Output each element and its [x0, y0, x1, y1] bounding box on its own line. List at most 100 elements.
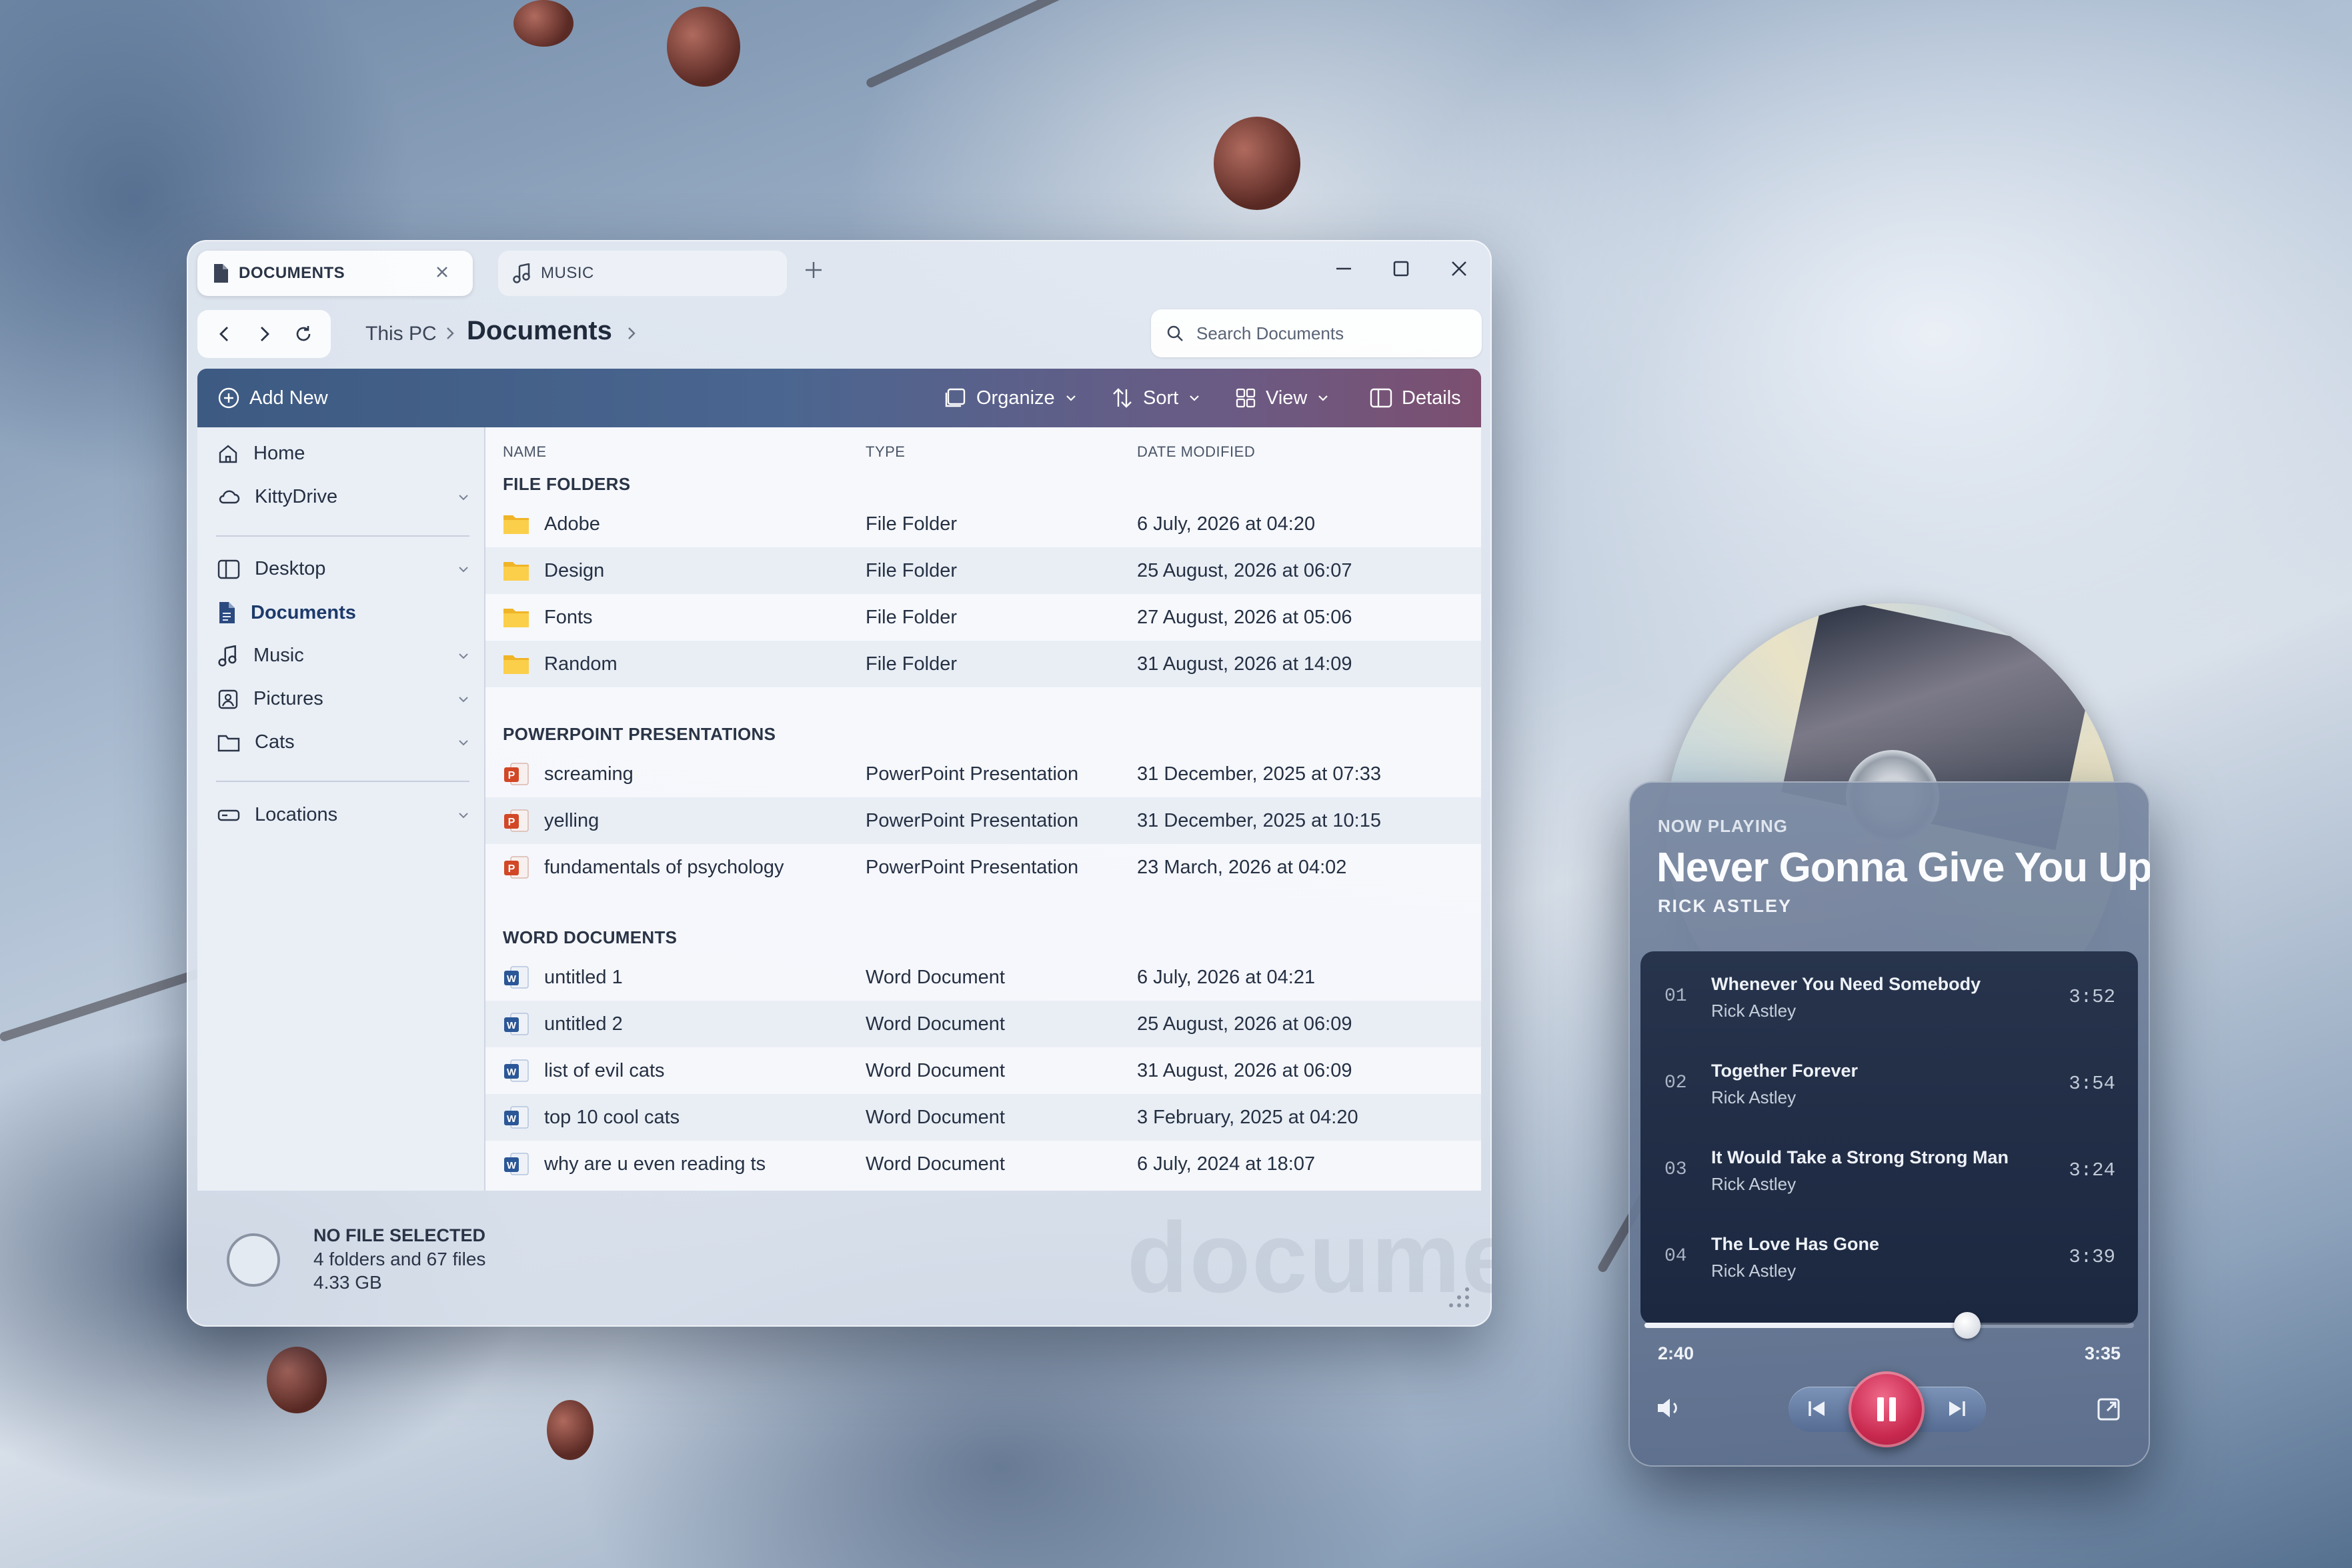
desktop-icon: [217, 559, 240, 579]
close-icon[interactable]: [1449, 259, 1469, 279]
chevron-down-icon[interactable]: [456, 490, 471, 505]
chevron-down-icon[interactable]: [456, 649, 471, 663]
sidebar-item-label: Desktop: [255, 558, 326, 579]
file-date: 6 July, 2026 at 04:21: [1137, 966, 1316, 988]
progress-handle[interactable]: [1954, 1312, 1981, 1339]
list-item[interactable]: 03 It Would Take a Strong Strong Man Ric…: [1640, 1125, 2138, 1211]
list-item[interactable]: 01 Whenever You Need Somebody Rick Astle…: [1640, 951, 2138, 1038]
table-row[interactable]: Pscreaming PowerPoint Presentation 31 De…: [485, 751, 1481, 797]
file-type: Word Document: [866, 966, 1005, 988]
track-title: The Love Has Gone: [1711, 1234, 1880, 1254]
organize-button[interactable]: Organize: [944, 387, 1078, 409]
table-row[interactable]: Wuntitled 2 Word Document 25 August, 202…: [485, 1001, 1481, 1047]
refresh-icon[interactable]: [293, 324, 313, 344]
file-type: Word Document: [866, 1059, 1005, 1081]
pause-button[interactable]: [1849, 1371, 1925, 1447]
list-item[interactable]: 04 The Love Has Gone Rick Astley 3:39: [1640, 1211, 2138, 1298]
grid-icon: [1236, 388, 1256, 408]
file-date: 25 August, 2026 at 06:07: [1137, 559, 1352, 581]
sidebar-item-desktop[interactable]: Desktop: [217, 558, 471, 580]
sort-label: Sort: [1143, 387, 1179, 409]
wallpaper-berry: [667, 7, 740, 87]
add-new-button[interactable]: Add New: [217, 387, 328, 409]
table-row[interactable]: Wlist of evil cats Word Document 31 Augu…: [485, 1047, 1481, 1094]
column-header-name[interactable]: NAME: [503, 443, 547, 461]
previous-track-icon[interactable]: [1806, 1399, 1829, 1419]
file-name: top 10 cool cats: [544, 1106, 680, 1128]
sidebar-item-pictures[interactable]: Pictures: [217, 688, 471, 710]
document-icon: [219, 602, 235, 623]
table-row[interactable]: Adobe File Folder 6 July, 2026 at 04:20: [485, 501, 1481, 547]
sidebar-divider: [216, 535, 469, 537]
column-header-type[interactable]: TYPE: [866, 443, 905, 461]
expand-icon[interactable]: [2095, 1396, 2122, 1423]
table-row[interactable]: Wtop 10 cool cats Word Document 3 Februa…: [485, 1094, 1481, 1141]
sidebar-item-locations[interactable]: Locations: [217, 804, 471, 826]
maximize-icon[interactable]: [1391, 259, 1411, 279]
sidebar-item-label: KittyDrive: [255, 486, 338, 507]
search-input[interactable]: [1195, 322, 1464, 345]
chevron-right-icon[interactable]: [624, 324, 639, 343]
minimize-icon[interactable]: [1334, 259, 1354, 279]
file-name: Random: [544, 653, 618, 675]
chevron-down-icon[interactable]: [456, 808, 471, 823]
volume-icon[interactable]: [1655, 1395, 1684, 1421]
forward-arrow-icon[interactable]: [254, 324, 274, 344]
music-player: NOW PLAYING Never Gonna Give You Up RICK…: [1628, 781, 2150, 1467]
sidebar-item-cats[interactable]: Cats: [217, 731, 471, 753]
details-button[interactable]: Details: [1370, 387, 1461, 409]
close-tab-icon[interactable]: [434, 264, 450, 280]
breadcrumb-this-pc[interactable]: This PC: [365, 323, 437, 345]
powerpoint-file-icon: P: [504, 809, 529, 832]
table-row[interactable]: Fonts File Folder 27 August, 2026 at 05:…: [485, 594, 1481, 641]
chevron-down-icon[interactable]: [456, 562, 471, 577]
file-type: File Folder: [866, 559, 957, 581]
sort-button[interactable]: Sort: [1111, 387, 1201, 409]
view-button[interactable]: View: [1235, 387, 1330, 409]
sidebar-item-documents[interactable]: Documents: [217, 601, 471, 624]
chevron-down-icon[interactable]: [456, 735, 471, 750]
sidebar-item-kittydrive[interactable]: KittyDrive: [217, 486, 471, 508]
svg-text:W: W: [507, 1113, 517, 1125]
track-artist: Rick Astley: [1711, 1261, 1797, 1281]
table-row[interactable]: Wuntitled 1 Word Document 6 July, 2026 a…: [485, 954, 1481, 1001]
selection-preview-circle: [227, 1233, 280, 1287]
powerpoint-file-icon: P: [504, 856, 529, 879]
plus-icon[interactable]: [804, 260, 824, 280]
resize-grip-icon[interactable]: [1440, 1283, 1474, 1316]
track-number: 04: [1664, 1246, 1687, 1267]
music-note-icon: [513, 263, 530, 283]
chevron-down-icon[interactable]: [456, 692, 471, 707]
track-artist: Rick Astley: [1711, 1001, 1797, 1021]
table-row[interactable]: Wwhy are u even reading ts Word Document…: [485, 1141, 1481, 1187]
table-row[interactable]: Design File Folder 25 August, 2026 at 06…: [485, 547, 1481, 594]
status-title: NO FILE SELECTED: [313, 1225, 486, 1245]
cloud-icon: [219, 490, 240, 503]
table-row[interactable]: Random File Folder 31 August, 2026 at 14…: [485, 641, 1481, 687]
svg-text:P: P: [508, 817, 515, 828]
sidebar: Home KittyDrive Desktop Documents Music: [197, 427, 485, 1191]
back-arrow-icon[interactable]: [215, 324, 235, 344]
content-area: Home KittyDrive Desktop Documents Music: [197, 427, 1481, 1191]
sidebar-item-home[interactable]: Home: [217, 443, 471, 465]
next-track-icon[interactable]: [1945, 1399, 1968, 1419]
progress-slider[interactable]: [1644, 1312, 2134, 1339]
list-item[interactable]: 02 Together Forever Rick Astley 3:54: [1640, 1038, 2138, 1125]
picture-icon: [218, 689, 238, 709]
organize-icon: [945, 388, 966, 407]
tab-music[interactable]: MUSIC: [498, 251, 787, 296]
sidebar-item-label: Pictures: [253, 688, 323, 709]
tab-music-label: MUSIC: [541, 264, 594, 282]
sidebar-divider: [216, 781, 469, 782]
table-row[interactable]: Pyelling PowerPoint Presentation 31 Dece…: [485, 797, 1481, 844]
sidebar-item-music[interactable]: Music: [217, 645, 471, 667]
track-number: 03: [1664, 1159, 1687, 1180]
column-header-date[interactable]: DATE MODIFIED: [1137, 443, 1255, 461]
tab-documents[interactable]: DOCUMENTS: [197, 251, 473, 296]
file-type: File Folder: [866, 653, 957, 675]
file-date: 31 December, 2025 at 07:33: [1137, 763, 1381, 785]
breadcrumb-current[interactable]: Documents: [467, 316, 612, 346]
track-title: Whenever You Need Somebody: [1711, 974, 1981, 994]
table-row[interactable]: Pfundamentals of psychology PowerPoint P…: [485, 844, 1481, 891]
word-file-icon: W: [504, 1059, 529, 1082]
